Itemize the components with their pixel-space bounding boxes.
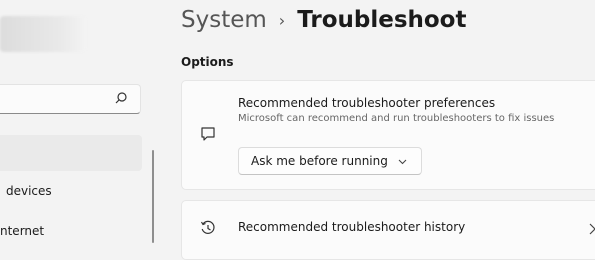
search-icon [115, 92, 127, 104]
sidebar-item-network[interactable]: nternet [0, 224, 44, 238]
account-avatar [0, 16, 86, 52]
history-icon [200, 220, 215, 234]
chevron-right-icon [589, 223, 595, 235]
chevron-right-icon: › [278, 10, 286, 30]
sidebar-item-system[interactable] [0, 135, 142, 171]
dropdown-selected-value: Ask me before running [251, 154, 388, 168]
section-title: Options [181, 55, 234, 69]
sidebar-item-label: nternet [0, 224, 45, 238]
troubleshooter-preference-dropdown[interactable]: Ask me before running [238, 147, 422, 175]
sidebar-item-devices[interactable]: devices [6, 184, 52, 198]
search-input[interactable] [0, 84, 141, 114]
chat-bubble-icon [201, 127, 215, 141]
troubleshooter-preferences-card: Recommended troubleshooter preferences M… [181, 80, 595, 190]
card-subtitle: Microsoft can recommend and run troubles… [238, 113, 555, 124]
sidebar-scrollbar[interactable] [152, 150, 154, 243]
page-title: Troubleshoot [297, 7, 467, 33]
troubleshooter-history-card[interactable]: Recommended troubleshooter history [181, 200, 595, 260]
card-title: Recommended troubleshooter history [238, 220, 466, 234]
card-title: Recommended troubleshooter preferences [238, 96, 496, 110]
breadcrumb: System › Troubleshoot [181, 4, 466, 36]
chevron-down-icon [398, 159, 407, 165]
breadcrumb-system[interactable]: System [181, 7, 267, 33]
sidebar-item-label: devices [6, 184, 52, 198]
